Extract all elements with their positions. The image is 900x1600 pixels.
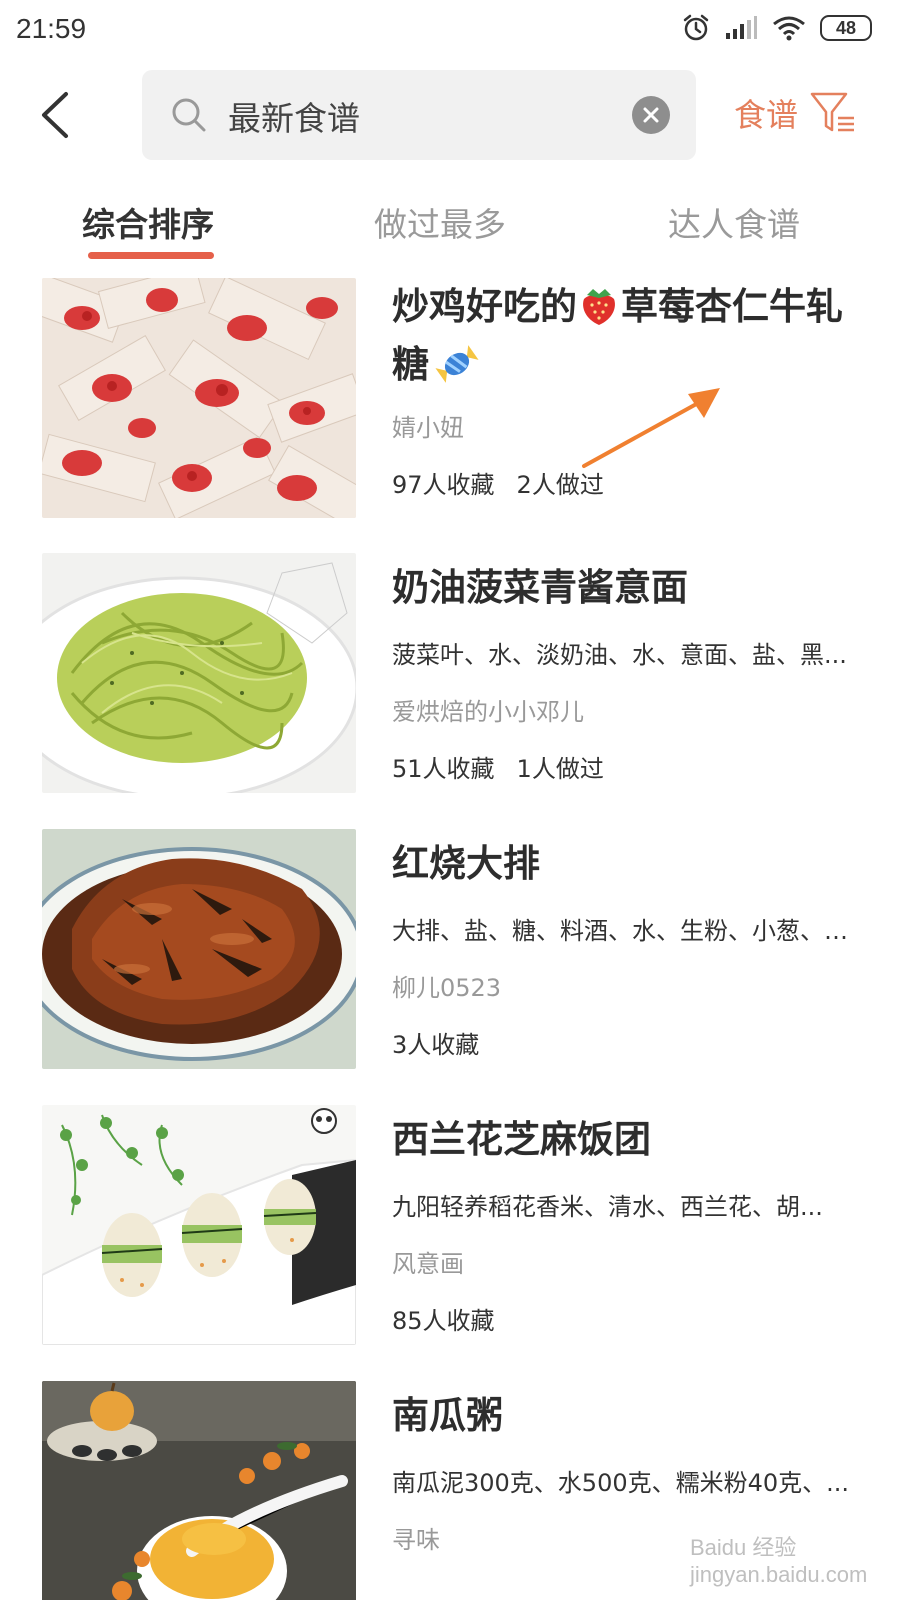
recipe-image-pumpkin-porridge[interactable] xyxy=(42,1381,356,1600)
tab-expert-recipes[interactable]: 达人食谱 xyxy=(668,198,800,246)
recipe-card[interactable]: 奶油菠菜青酱意面 菠菜叶、水、淡奶油、水、意面、盐、黑... 爱烘焙的小小邓儿 … xyxy=(0,553,900,793)
recipe-author[interactable]: 婧小妞 xyxy=(392,408,870,443)
made-count: 2人做过 xyxy=(516,471,604,499)
favorites-count: 85人收藏 xyxy=(392,1307,495,1335)
tab-most-made[interactable]: 做过最多 xyxy=(374,198,506,246)
recipe-card[interactable]: 炒鸡好吃的 草莓杏仁牛轧糖 婧小妞 97人收藏 2人做过 xyxy=(0,278,900,518)
recipe-image-nougat[interactable] xyxy=(42,278,356,518)
pasta-image xyxy=(42,553,356,793)
recipe-title[interactable]: 红烧大排 xyxy=(392,835,870,893)
recipe-info: 红烧大排 大排、盐、糖、料酒、水、生粉、小葱、老... 柳儿0523 3人收藏 xyxy=(392,829,870,1060)
recipe-info: 奶油菠菜青酱意面 菠菜叶、水、淡奶油、水、意面、盐、黑... 爱烘焙的小小邓儿 … xyxy=(392,553,870,784)
recipe-image-pasta[interactable] xyxy=(42,553,356,793)
back-icon[interactable] xyxy=(36,90,76,140)
search-query[interactable]: 最新食谱 xyxy=(228,92,360,140)
close-icon xyxy=(643,107,659,123)
alarm-icon xyxy=(683,14,709,41)
recipe-card[interactable]: 红烧大排 大排、盐、糖、料酒、水、生粉、小葱、老... 柳儿0523 3人收藏 xyxy=(0,829,900,1069)
rice-balls-image xyxy=(42,1105,356,1345)
recipe-ingredients: 南瓜泥300克、水500克、糯米粉40克、... xyxy=(392,1469,850,1497)
active-tab-indicator xyxy=(88,252,214,259)
recipe-info: 炒鸡好吃的 草莓杏仁牛轧糖 婧小妞 97人收藏 2人做过 xyxy=(392,278,870,500)
recipe-image-rice-balls[interactable] xyxy=(42,1105,356,1345)
recipe-info: 南瓜粥 南瓜泥300克、水500克、糯米粉40克、... 寻味 xyxy=(392,1381,870,1555)
made-count: 1人做过 xyxy=(516,755,604,783)
recipe-title[interactable]: 炒鸡好吃的 草莓杏仁牛轧糖 xyxy=(392,278,870,394)
search-input[interactable]: 最新食谱 xyxy=(142,70,696,160)
filter-button[interactable]: 食谱 xyxy=(734,90,856,136)
watermark: Baidu 经验 jingyan.baidu.com xyxy=(690,1535,868,1587)
recipe-ingredients: 九阳轻养稻花香米、清水、西兰花、胡... xyxy=(392,1193,823,1221)
recipe-stats: 97人收藏 2人做过 xyxy=(392,465,870,500)
recipe-title-part1: 炒鸡好吃的 xyxy=(392,285,577,328)
recipe-card[interactable]: 西兰花芝麻饭团 九阳轻养稻花香米、清水、西兰花、胡... 风意画 85人收藏 xyxy=(0,1105,900,1345)
battery-level: 48 xyxy=(835,17,857,38)
recipe-title[interactable]: 西兰花芝麻饭团 xyxy=(392,1111,870,1169)
nougat-image xyxy=(42,278,356,518)
strawberry-icon xyxy=(583,289,615,325)
recipe-title[interactable]: 南瓜粥 xyxy=(392,1387,870,1445)
recipe-author[interactable]: 爱烘焙的小小邓儿 xyxy=(392,692,870,727)
status-icons: 48 xyxy=(682,14,872,42)
recipe-ingredients: 大排、盐、糖、料酒、水、生粉、小葱、老... xyxy=(392,917,870,945)
filter-icon xyxy=(810,92,855,132)
recipe-stats: 51人收藏 1人做过 xyxy=(392,749,870,784)
signal-icon xyxy=(726,16,757,39)
sort-tabs: 综合排序 做过最多 达人食谱 xyxy=(0,192,900,264)
filter-label: 食谱 xyxy=(734,96,799,134)
favorites-count: 3人收藏 xyxy=(392,1031,480,1059)
search-header: 最新食谱 食谱 xyxy=(0,68,900,160)
recipe-info: 西兰花芝麻饭团 九阳轻养稻花香米、清水、西兰花、胡... 风意画 85人收藏 xyxy=(392,1105,870,1336)
status-time: 21:59 xyxy=(16,13,87,44)
pumpkin-porridge-image xyxy=(42,1381,356,1600)
candy-icon xyxy=(435,345,479,383)
favorites-count: 97人收藏 xyxy=(392,471,495,499)
recipe-title[interactable]: 奶油菠菜青酱意面 xyxy=(392,559,870,617)
recipe-ingredients: 菠菜叶、水、淡奶油、水、意面、盐、黑... xyxy=(392,641,847,669)
recipe-image-pork-chop[interactable] xyxy=(42,829,356,1069)
tab-comprehensive[interactable]: 综合排序 xyxy=(82,198,214,246)
clear-search-button[interactable] xyxy=(632,96,670,134)
wifi-icon xyxy=(773,16,805,41)
search-icon xyxy=(172,98,206,132)
status-bar: 21:59 48 xyxy=(0,0,900,60)
recipe-stats: 3人收藏 xyxy=(392,1025,870,1060)
recipe-stats: 85人收藏 xyxy=(392,1301,870,1336)
battery-icon: 48 xyxy=(820,15,872,41)
favorites-count: 51人收藏 xyxy=(392,755,495,783)
recipe-author[interactable]: 柳儿0523 xyxy=(392,968,870,1003)
recipe-author[interactable]: 风意画 xyxy=(392,1244,870,1279)
pork-chop-image xyxy=(42,829,356,1069)
